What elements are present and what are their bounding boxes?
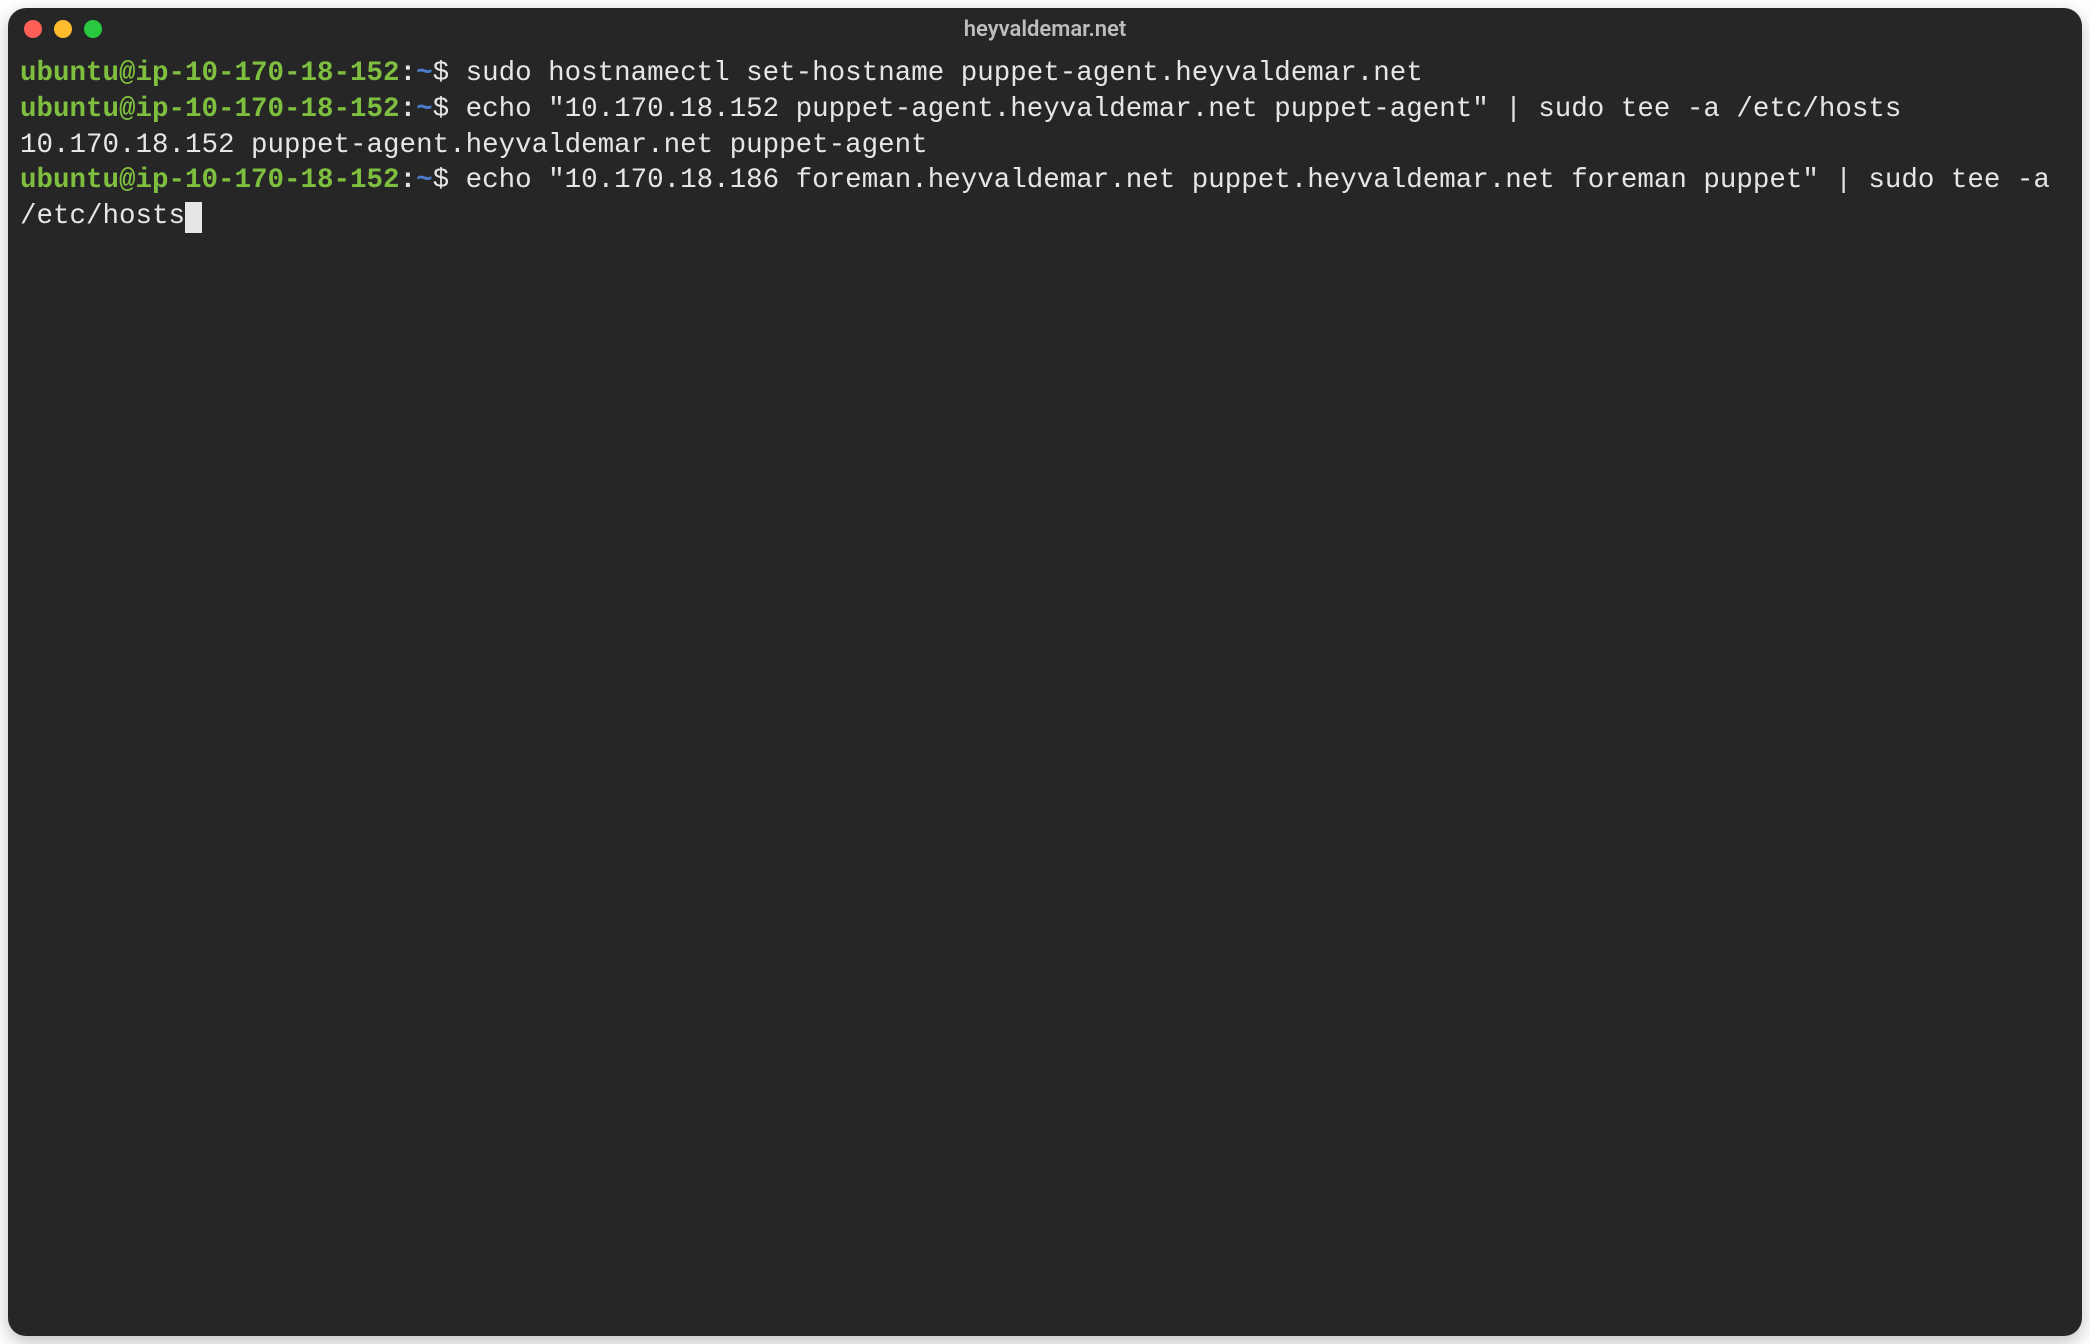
minimize-icon[interactable] [54, 20, 72, 38]
prompt-user-host: ubuntu@ip-10-170-18-152 [20, 165, 400, 196]
prompt-path: ~ [416, 165, 433, 196]
prompt-user-host: ubuntu@ip-10-170-18-152 [20, 94, 400, 125]
traffic-lights [24, 20, 102, 38]
window-title: heyvaldemar.net [8, 17, 2082, 42]
terminal-window: heyvaldemar.net ubuntu@ip-10-170-18-152:… [8, 8, 2082, 1336]
command-2: echo "10.170.18.152 puppet-agent.heyvald… [466, 94, 1902, 125]
prompt-separator: : [400, 165, 417, 196]
prompt-separator: : [400, 58, 417, 89]
terminal-body[interactable]: ubuntu@ip-10-170-18-152:~$ sudo hostname… [8, 50, 2082, 1336]
prompt-user-host: ubuntu@ip-10-170-18-152 [20, 58, 400, 89]
close-icon[interactable] [24, 20, 42, 38]
output-1: 10.170.18.152 puppet-agent.heyvaldemar.n… [20, 130, 928, 161]
command-1: sudo hostnamectl set-hostname puppet-age… [466, 58, 1423, 89]
title-bar: heyvaldemar.net [8, 8, 2082, 50]
cursor-icon [185, 202, 202, 233]
prompt-symbol: $ [433, 58, 450, 89]
prompt-symbol: $ [433, 165, 450, 196]
maximize-icon[interactable] [84, 20, 102, 38]
prompt-path: ~ [416, 94, 433, 125]
prompt-path: ~ [416, 58, 433, 89]
prompt-separator: : [400, 94, 417, 125]
prompt-symbol: $ [433, 94, 450, 125]
